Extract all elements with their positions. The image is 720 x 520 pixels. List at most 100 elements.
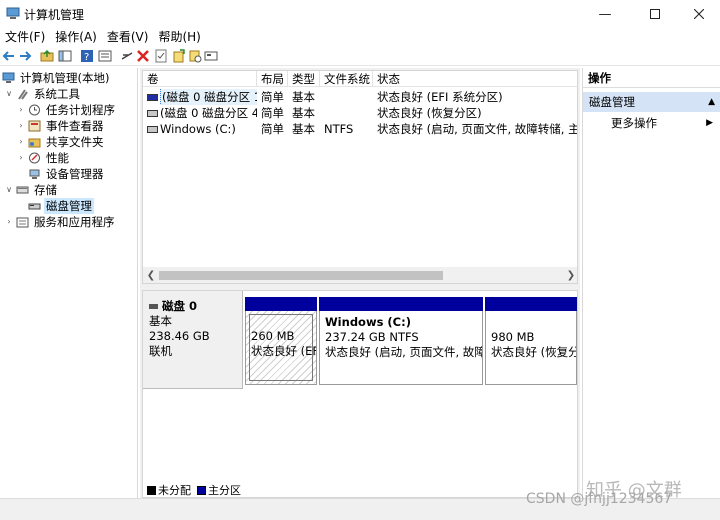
show-hide-tree-icon[interactable]	[58, 49, 72, 63]
column-header-filesystem[interactable]: 文件系统	[320, 71, 373, 87]
wizard-icon[interactable]	[188, 49, 202, 63]
table-row[interactable]: Windows (C:) 简单 基本 NTFS 状态良好 (启动, 页面文件, …	[143, 121, 578, 137]
tree-item-event-viewer[interactable]: › 事件查看器	[16, 118, 106, 134]
table-row[interactable]: (磁盘 0 磁盘分区 4) 简单 基本 状态良好 (恢复分区)	[143, 105, 577, 121]
volume-name-cell: (磁盘 0 磁盘分区 4)	[143, 105, 257, 121]
menu-action[interactable]: 操作(A)	[50, 28, 102, 46]
tree-expander[interactable]: ›	[16, 134, 26, 150]
tree-expander[interactable]: ∨	[4, 182, 14, 198]
forward-arrow-icon[interactable]	[18, 49, 32, 63]
svg-text:?: ?	[84, 52, 89, 63]
tree-item-computer-management[interactable]: 计算机管理(本地)	[0, 70, 111, 86]
tree-item-label: 共享文件夹	[46, 135, 104, 149]
volume-layout: 简单	[261, 122, 284, 136]
help-icon[interactable]: ?	[80, 49, 94, 63]
tree-item-shared-folders[interactable]: › 共享文件夹	[16, 134, 106, 150]
watermark-csdn: CSDN @jfnjj1234567	[526, 491, 673, 507]
volume-icon	[147, 93, 158, 101]
export-icon[interactable]	[172, 49, 186, 63]
actions-section-disk-management[interactable]: 磁盘管理 ▲	[583, 92, 720, 112]
partition-size: 237.24 GB NTFS	[325, 330, 419, 344]
tree-item-task-scheduler[interactable]: › 任务计划程序	[16, 102, 117, 118]
menu-view[interactable]: 查看(V)	[102, 28, 154, 46]
tree-expander[interactable]: ›	[4, 214, 14, 230]
tree-item-disk-management[interactable]: 磁盘管理	[16, 198, 94, 214]
tree-expander[interactable]: ∨	[4, 86, 14, 102]
back-arrow-icon[interactable]	[2, 49, 16, 63]
legend-label-unallocated: 未分配	[158, 484, 191, 497]
window-icon[interactable]	[204, 49, 218, 63]
shared-folder-icon	[28, 138, 41, 148]
tree-expander[interactable]: ›	[16, 150, 26, 166]
column-header-volume[interactable]: 卷	[143, 71, 257, 87]
partition-bar	[485, 297, 577, 311]
properties-icon[interactable]	[98, 49, 112, 63]
menu-help[interactable]: 帮助(H)	[153, 28, 205, 46]
actions-pane: 操作 磁盘管理 ▲ 更多操作 ▶	[582, 68, 720, 498]
horizontal-scrollbar[interactable]: ❮ ❯	[143, 267, 577, 283]
tree-item-performance[interactable]: › 性能	[16, 150, 71, 166]
partition-status: 状态良好 (恢复分	[491, 345, 577, 359]
collapse-up-icon[interactable]: ▲	[708, 92, 715, 112]
tree-item-label: 性能	[46, 151, 69, 165]
column-header-status[interactable]: 状态	[373, 71, 577, 87]
tree-item-label: 磁盘管理	[44, 198, 94, 214]
disk-state: 联机	[149, 344, 172, 358]
table-row[interactable]: (磁盘 0 磁盘分区 1) 简单 基本 状态良好 (EFI 系统分区)	[143, 89, 577, 105]
partition-bar	[245, 297, 317, 311]
title-bar: 计算机管理 —	[0, 0, 720, 28]
volume-icon	[147, 125, 158, 133]
tree-expander[interactable]: ›	[16, 102, 26, 118]
maximize-button[interactable]	[632, 0, 678, 28]
tree-item-label: 设备管理器	[46, 167, 104, 181]
volume-type: 基本	[292, 122, 315, 136]
tree-item-label: 事件查看器	[46, 119, 104, 133]
volume-list: 卷 布局 类型 文件系统 状态 (磁盘 0 磁盘分区 1) 简单 基本 状态良好…	[142, 70, 578, 284]
volume-status: 状态良好 (恢复分区)	[377, 106, 482, 120]
up-folder-icon[interactable]	[40, 49, 54, 63]
column-header-type[interactable]: 类型	[288, 71, 320, 87]
volume-name: (磁盘 0 磁盘分区 1)	[160, 89, 257, 105]
partition-windows-c[interactable]: Windows (C:) 237.24 GB NTFS 状态良好 (启动, 页面…	[319, 297, 483, 385]
volume-layout: 简单	[261, 90, 284, 104]
actions-title: 操作	[583, 68, 720, 88]
volume-list-header: 卷 布局 类型 文件系统 状态	[143, 71, 577, 87]
more-actions-item[interactable]: 更多操作 ▶	[583, 114, 720, 132]
partition-efi[interactable]: 260 MB 状态良好 (EF	[245, 297, 317, 385]
scroll-left-icon[interactable]: ❮	[143, 267, 159, 283]
scroll-right-icon[interactable]: ❯	[563, 267, 577, 283]
volume-layout: 简单	[261, 106, 284, 120]
services-icon	[16, 217, 29, 228]
legend-swatch-unallocated	[147, 485, 156, 495]
delete-icon[interactable]	[136, 49, 150, 63]
column-header-layout[interactable]: 布局	[257, 71, 288, 87]
toolbar: ?	[0, 46, 720, 66]
partition-body: 260 MB 状态良好 (EF	[245, 311, 317, 385]
minimize-button[interactable]: —	[582, 0, 628, 28]
tree-item-services-apps[interactable]: › 服务和应用程序	[4, 214, 117, 230]
disk-graphical-view: 磁盘 0 基本 238.46 GB 联机 260 MB 状态良好 (EF Win…	[142, 290, 578, 498]
volume-status: 状态良好 (启动, 页面文件, 故障转储, 主分	[377, 122, 578, 136]
performance-icon	[29, 152, 40, 164]
computer-management-icon	[6, 7, 20, 19]
tree-expander[interactable]: ›	[16, 118, 26, 134]
volume-type: 基本	[292, 90, 315, 104]
connect-icon[interactable]	[120, 49, 134, 63]
disk-info-panel[interactable]: 磁盘 0 基本 238.46 GB 联机	[143, 291, 243, 389]
tree-item-device-manager[interactable]: 设备管理器	[16, 166, 106, 182]
volume-status: 状态良好 (EFI 系统分区)	[377, 90, 503, 104]
tree-item-system-tools[interactable]: ∨ 系统工具	[4, 86, 82, 102]
disk-size: 238.46 GB	[149, 329, 210, 343]
tree-item-label: 任务计划程序	[46, 103, 115, 117]
checklist-icon[interactable]	[154, 49, 168, 63]
partition-recovery[interactable]: 980 MB 状态良好 (恢复分	[485, 297, 577, 385]
more-actions-label: 更多操作	[611, 116, 657, 130]
disk-name: 磁盘 0	[162, 299, 198, 313]
menu-file[interactable]: 文件(F)	[0, 28, 50, 46]
scrollbar-thumb[interactable]	[159, 271, 443, 280]
event-viewer-icon	[28, 120, 41, 132]
legend-swatch-primary	[197, 485, 206, 495]
close-button[interactable]	[676, 0, 720, 28]
tree-item-storage[interactable]: ∨ 存储	[4, 182, 59, 198]
actions-section-label: 磁盘管理	[589, 95, 635, 109]
